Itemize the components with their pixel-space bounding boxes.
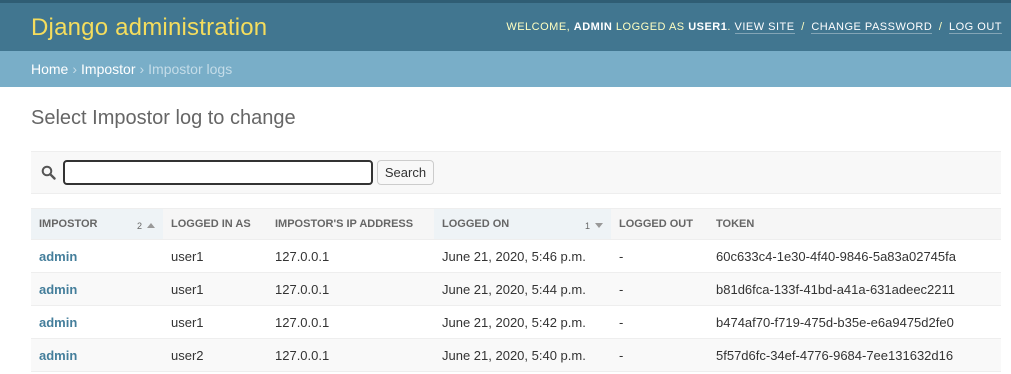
table-row: admin user1 127.0.0.1 June 21, 2020, 5:4… xyxy=(31,272,1001,306)
separator: / xyxy=(801,21,805,33)
row-link[interactable]: admin xyxy=(39,315,77,330)
breadcrumb-home[interactable]: Home xyxy=(31,61,68,77)
cell-token: b474af70-f719-475d-b35e-e6a9475d2fe0 xyxy=(708,305,1001,339)
cell-token: b81d6fca-133f-41bd-a41a-631adeec2211 xyxy=(708,272,1001,306)
cell-logged-out: - xyxy=(611,338,708,372)
table-row: admin user1 127.0.0.1 June 21, 2020, 5:4… xyxy=(31,305,1001,339)
cell-logged-in-as: user2 xyxy=(163,338,267,372)
cell-logged-in-as: user1 xyxy=(163,272,267,306)
cell-ip: 127.0.0.1 xyxy=(267,239,434,273)
breadcrumb-separator: › xyxy=(72,61,78,77)
search-button[interactable]: Search xyxy=(377,160,434,185)
breadcrumb-separator: › xyxy=(139,61,145,77)
cell-logged-out: - xyxy=(611,239,708,273)
cell-logged-on: June 21, 2020, 5:44 p.m. xyxy=(434,272,611,306)
column-header-logged-in-as[interactable]: Logged in as xyxy=(163,208,267,240)
cell-token: 5f57d6fc-34ef-4776-9684-7ee131632d16 xyxy=(708,338,1001,372)
change-password-link[interactable]: Change password xyxy=(811,21,933,34)
cell-logged-in-as: user1 xyxy=(163,305,267,339)
cell-impostor: admin xyxy=(31,239,163,273)
sort-priority: 2 xyxy=(136,221,142,231)
column-header-logged-out[interactable]: Logged out xyxy=(611,208,708,240)
cell-logged-on: June 21, 2020, 5:40 p.m. xyxy=(434,338,611,372)
column-header-ip-address[interactable]: Impostor's IP address xyxy=(267,208,434,240)
sort-indicator[interactable]: 1 xyxy=(585,221,603,231)
table-row: admin user2 127.0.0.1 June 21, 2020, 5:4… xyxy=(31,338,1001,372)
cell-logged-in-as: user1 xyxy=(163,239,267,273)
cell-ip: 127.0.0.1 xyxy=(267,305,434,339)
cell-logged-on: June 21, 2020, 5:42 p.m. xyxy=(434,305,611,339)
username: admin xyxy=(573,21,613,33)
header-bar: Django administration Welcome, admin Log… xyxy=(0,0,1011,51)
column-header-token[interactable]: Token xyxy=(708,208,1001,240)
logged-as-text: Logged as xyxy=(615,21,685,33)
log-out-link[interactable]: Log out xyxy=(948,21,1002,34)
column-label: Impostor xyxy=(39,218,98,230)
breadcrumb: Home › Impostor › Impostor logs xyxy=(0,51,1011,87)
row-link[interactable]: admin xyxy=(39,249,77,264)
cell-logged-out: - xyxy=(611,272,708,306)
column-label: Logged in as xyxy=(171,218,251,230)
site-branding[interactable]: Django administration xyxy=(31,14,267,42)
results-table: Impostor 2 Logged in as Impostor's IP ad… xyxy=(31,208,1001,372)
breadcrumb-app[interactable]: Impostor xyxy=(81,61,135,77)
page-title: Select Impostor log to change xyxy=(31,107,296,129)
table-row: admin user1 127.0.0.1 June 21, 2020, 5:4… xyxy=(31,239,1001,273)
separator: / xyxy=(938,21,943,33)
column-label: Logged on xyxy=(442,218,510,230)
sort-indicator[interactable]: 2 xyxy=(137,221,155,231)
table-header-row: Impostor 2 Logged in as Impostor's IP ad… xyxy=(31,208,1001,240)
cell-token: 60c633c4-1e30-4f40-9846-5a83a02745fa xyxy=(708,239,1001,273)
column-label: Token xyxy=(716,218,755,230)
cell-impostor: admin xyxy=(31,338,163,372)
sort-ascending-icon xyxy=(147,223,155,228)
search-icon xyxy=(41,165,56,180)
welcome-text: Welcome, xyxy=(506,21,571,33)
view-site-link[interactable]: View site xyxy=(734,21,795,34)
search-toolbar: Search xyxy=(31,151,1001,194)
user-tools: Welcome, admin Logged as user1. View sit… xyxy=(506,21,1002,34)
cell-ip: 127.0.0.1 xyxy=(267,338,434,372)
cell-logged-out: - xyxy=(611,305,708,339)
cell-logged-on: June 21, 2020, 5:46 p.m. xyxy=(434,239,611,273)
row-link[interactable]: admin xyxy=(39,348,77,363)
column-label: Impostor's IP address xyxy=(275,218,414,230)
breadcrumb-current: Impostor logs xyxy=(148,61,233,77)
impersonated-user: user1 xyxy=(688,21,728,33)
sort-priority: 1 xyxy=(584,221,590,231)
sort-descending-icon xyxy=(595,223,603,228)
column-label: Logged out xyxy=(619,218,693,230)
cell-impostor: admin xyxy=(31,272,163,306)
cell-ip: 127.0.0.1 xyxy=(267,272,434,306)
row-link[interactable]: admin xyxy=(39,282,77,297)
column-header-impostor[interactable]: Impostor 2 xyxy=(31,208,163,240)
period: . xyxy=(727,21,731,33)
cell-impostor: admin xyxy=(31,305,163,339)
search-input[interactable] xyxy=(63,160,373,185)
column-header-logged-on[interactable]: Logged on 1 xyxy=(434,208,611,240)
